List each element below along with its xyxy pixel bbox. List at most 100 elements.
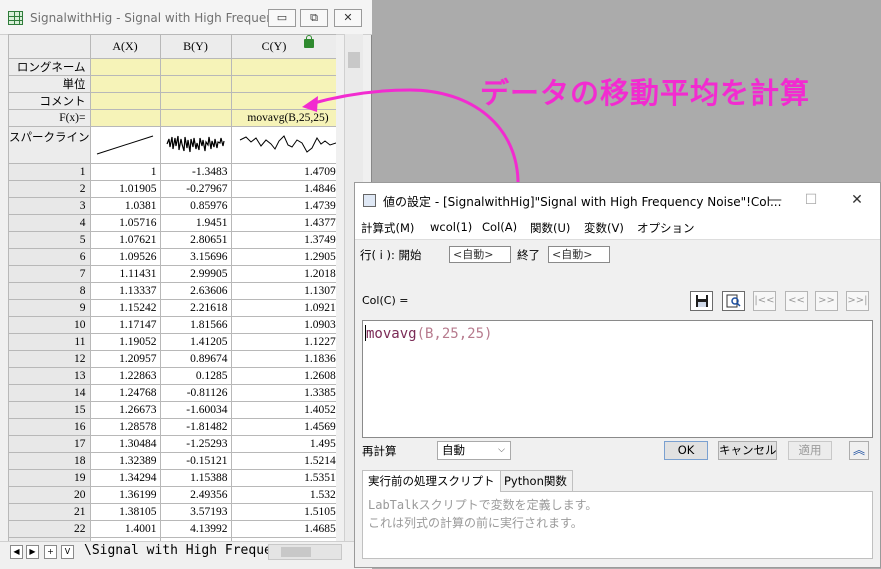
first-column-button[interactable]: |<<	[753, 291, 776, 311]
sparkline-b[interactable]	[159, 126, 232, 164]
label-cell[interactable]	[230, 92, 336, 110]
data-cell[interactable]: 1.26085	[230, 367, 336, 385]
label-cell[interactable]	[89, 58, 161, 76]
start-row-field[interactable]: <自動>	[449, 246, 511, 263]
data-cell[interactable]: 1.43771	[230, 214, 336, 232]
menu-wcol[interactable]: wcol(1)	[430, 220, 472, 234]
data-cell[interactable]: 1.0381	[89, 197, 161, 215]
data-cell[interactable]: 2.63606	[159, 282, 232, 300]
data-cell[interactable]: 1.48468	[230, 180, 336, 198]
row-number[interactable]: 2	[8, 180, 91, 198]
last-column-button[interactable]: >>|	[846, 291, 869, 311]
data-cell[interactable]: 1.41205	[159, 333, 232, 351]
data-cell[interactable]: 2.49356	[159, 486, 232, 504]
data-cell[interactable]: 1.11431	[89, 265, 161, 283]
horizontal-scroll-thumb[interactable]	[281, 547, 311, 557]
label-cell[interactable]	[89, 75, 161, 93]
data-cell[interactable]: 1.07621	[89, 231, 161, 249]
sheet-tab[interactable]: \Signal with High Freque	[84, 543, 272, 558]
dialog-minimize-button[interactable]: —	[760, 191, 790, 209]
label-cell[interactable]	[230, 58, 336, 76]
label-cell[interactable]	[89, 92, 161, 110]
row-number[interactable]: 1	[8, 163, 91, 181]
row-number[interactable]: 3	[8, 197, 91, 215]
data-cell[interactable]: 0.1285	[159, 367, 232, 385]
data-cell[interactable]: 1.15242	[89, 299, 161, 317]
row-number[interactable]: 5	[8, 231, 91, 249]
formula-editor[interactable]: movavg(B,25,25)	[362, 320, 873, 438]
ok-button[interactable]: OK	[664, 441, 708, 460]
dialog-maximize-button[interactable]: ☐	[796, 191, 826, 209]
formula-search-icon[interactable]	[722, 291, 745, 311]
row-number[interactable]: 11	[8, 333, 91, 351]
data-cell[interactable]: 1.32389	[89, 452, 161, 470]
data-cell[interactable]: 0.89674	[159, 350, 232, 368]
data-cell[interactable]: 1	[89, 163, 161, 181]
dialog-title-bar[interactable]: 値の設定 - [SignalwithHig]"Signal with High …	[355, 183, 880, 217]
fx-formula-cell[interactable]: movavg(B,25,25)	[230, 109, 336, 127]
label-cell[interactable]	[159, 109, 232, 127]
save-icon[interactable]	[690, 291, 713, 311]
data-cell[interactable]: 1.53512	[230, 469, 336, 487]
row-number[interactable]: 7	[8, 265, 91, 283]
data-cell[interactable]: 1.52144	[230, 452, 336, 470]
row-number[interactable]: 12	[8, 350, 91, 368]
data-cell[interactable]: 1.51058	[230, 503, 336, 521]
data-cell[interactable]: 1.29057	[230, 248, 336, 266]
end-row-field[interactable]: <自動>	[548, 246, 610, 263]
data-cell[interactable]: 1.20957	[89, 350, 161, 368]
row-number[interactable]: 9	[8, 299, 91, 317]
dialog-close-button[interactable]: ✕	[842, 191, 872, 209]
row-number[interactable]: 15	[8, 401, 91, 419]
first-sheet-button[interactable]: ◀	[10, 545, 23, 559]
data-cell[interactable]: 1.05716	[89, 214, 161, 232]
label-cell[interactable]	[230, 75, 336, 93]
vertical-scroll-thumb[interactable]	[348, 52, 360, 68]
menu-functions[interactable]: 関数(U)	[530, 220, 570, 236]
column-header-b[interactable]: B(Y)	[159, 34, 232, 59]
data-cell[interactable]: 1.4952	[230, 435, 336, 453]
data-cell[interactable]: 1.09526	[89, 248, 161, 266]
before-script-editor[interactable]: LabTalkスクリプトで変数を定義します。 これは列式の計算の前に実行されます…	[362, 491, 873, 559]
data-cell[interactable]: 2.80651	[159, 231, 232, 249]
worksheet-title-bar[interactable]: SignalwithHig - Signal with High Frequen…	[0, 0, 372, 35]
data-cell[interactable]: 1.36199	[89, 486, 161, 504]
data-cell[interactable]: 1.12276	[230, 333, 336, 351]
row-number[interactable]: 14	[8, 384, 91, 402]
data-cell[interactable]: 1.45698	[230, 418, 336, 436]
data-cell[interactable]: 1.81566	[159, 316, 232, 334]
apply-button[interactable]: 適用	[788, 441, 832, 460]
next-sheet-button[interactable]: ▶	[26, 545, 39, 559]
data-cell[interactable]: 1.09219	[230, 299, 336, 317]
data-cell[interactable]: 1.33859	[230, 384, 336, 402]
data-cell[interactable]: -1.60034	[159, 401, 232, 419]
data-cell[interactable]: 2.99905	[159, 265, 232, 283]
collapse-panel-button[interactable]: ︽	[849, 441, 869, 460]
data-cell[interactable]: 1.28578	[89, 418, 161, 436]
row-number[interactable]: 19	[8, 469, 91, 487]
data-cell[interactable]: 1.47099	[230, 163, 336, 181]
row-number[interactable]: 18	[8, 452, 91, 470]
data-cell[interactable]: 2.21618	[159, 299, 232, 317]
data-cell[interactable]: 1.13075	[230, 282, 336, 300]
label-cell[interactable]	[89, 109, 161, 127]
data-cell[interactable]: 1.30484	[89, 435, 161, 453]
data-cell[interactable]: 1.40521	[230, 401, 336, 419]
row-number[interactable]: 16	[8, 418, 91, 436]
row-number[interactable]: 17	[8, 435, 91, 453]
label-cell[interactable]	[159, 58, 232, 76]
data-cell[interactable]: 1.09037	[230, 316, 336, 334]
data-cell[interactable]: 0.85976	[159, 197, 232, 215]
data-cell[interactable]: 1.20181	[230, 265, 336, 283]
menu-options[interactable]: オプション	[637, 220, 695, 236]
data-cell[interactable]: 1.17147	[89, 316, 161, 334]
data-cell[interactable]: 1.9451	[159, 214, 232, 232]
data-cell[interactable]: 1.4001	[89, 520, 161, 538]
close-button[interactable]: ✕	[334, 9, 362, 27]
data-cell[interactable]: 1.01905	[89, 180, 161, 198]
data-cell[interactable]: 1.5329	[230, 486, 336, 504]
row-number[interactable]: 10	[8, 316, 91, 334]
recalculate-select[interactable]: 自動 ⌵	[437, 441, 511, 460]
sparkline-c[interactable]	[230, 126, 336, 164]
horizontal-scrollbar[interactable]	[268, 544, 342, 560]
